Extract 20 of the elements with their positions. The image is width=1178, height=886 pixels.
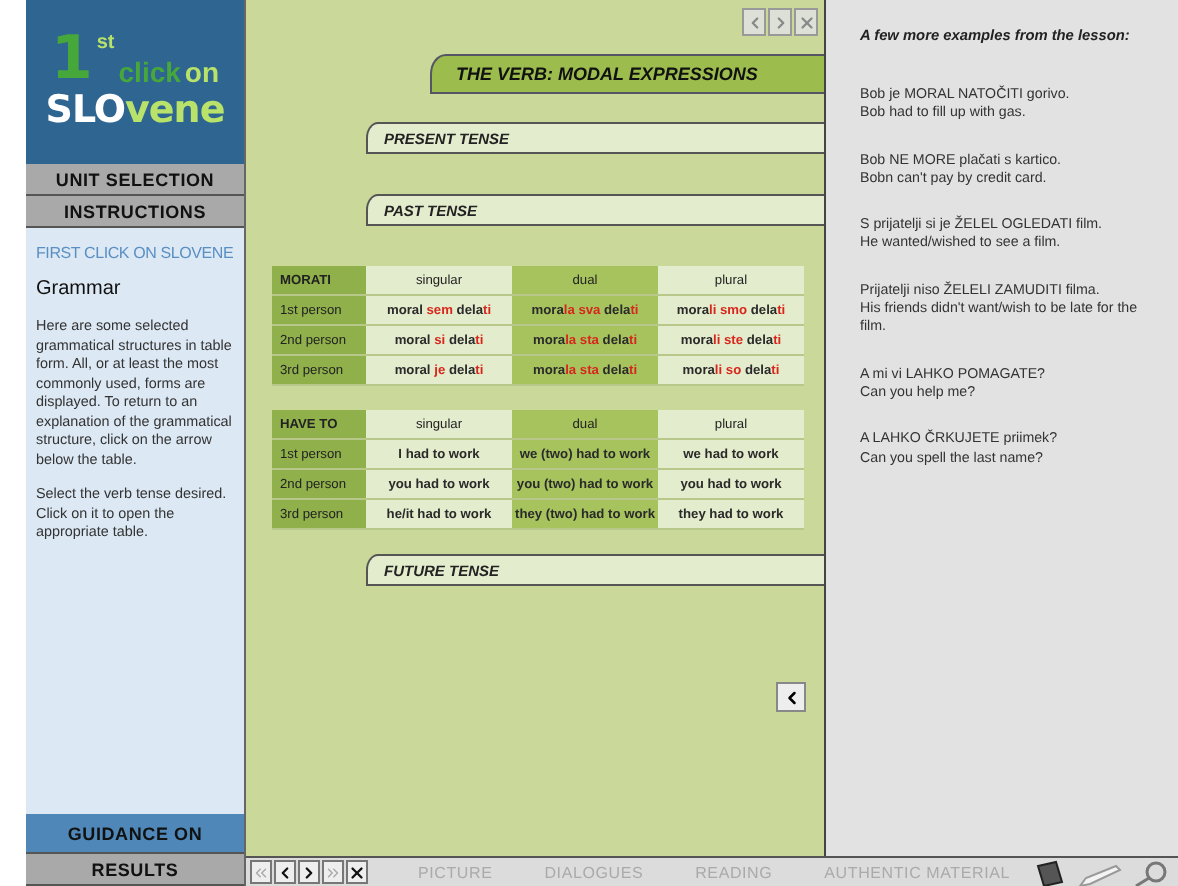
double-right-icon: [324, 863, 342, 881]
nav-button[interactable]: [346, 860, 368, 884]
section-title: Grammar: [36, 278, 123, 300]
magnifier-icon[interactable]: [1134, 859, 1170, 886]
double-left-icon: [252, 863, 270, 881]
menu-button[interactable]: UNIT SELECTION: [26, 164, 244, 196]
instructions-heading: FIRST CLICK ON SLOVENE: [36, 244, 234, 262]
pencil-icon[interactable]: [1078, 863, 1122, 886]
close-button[interactable]: [794, 8, 818, 36]
previous-button[interactable]: [742, 8, 766, 36]
page-title: THE VERB: MODAL EXPRESSIONS: [430, 54, 824, 94]
nav-button[interactable]: [298, 860, 320, 884]
menu-button[interactable]: GUIDANCE ON: [26, 814, 244, 854]
next-button[interactable]: [768, 8, 792, 36]
nav-button[interactable]: [274, 860, 296, 884]
menu-button[interactable]: INSTRUCTIONS: [26, 196, 244, 228]
close-icon: [348, 863, 366, 881]
menu-button[interactable]: RESULTS: [26, 854, 244, 886]
back-button[interactable]: [776, 682, 806, 712]
close-icon: [797, 13, 815, 31]
